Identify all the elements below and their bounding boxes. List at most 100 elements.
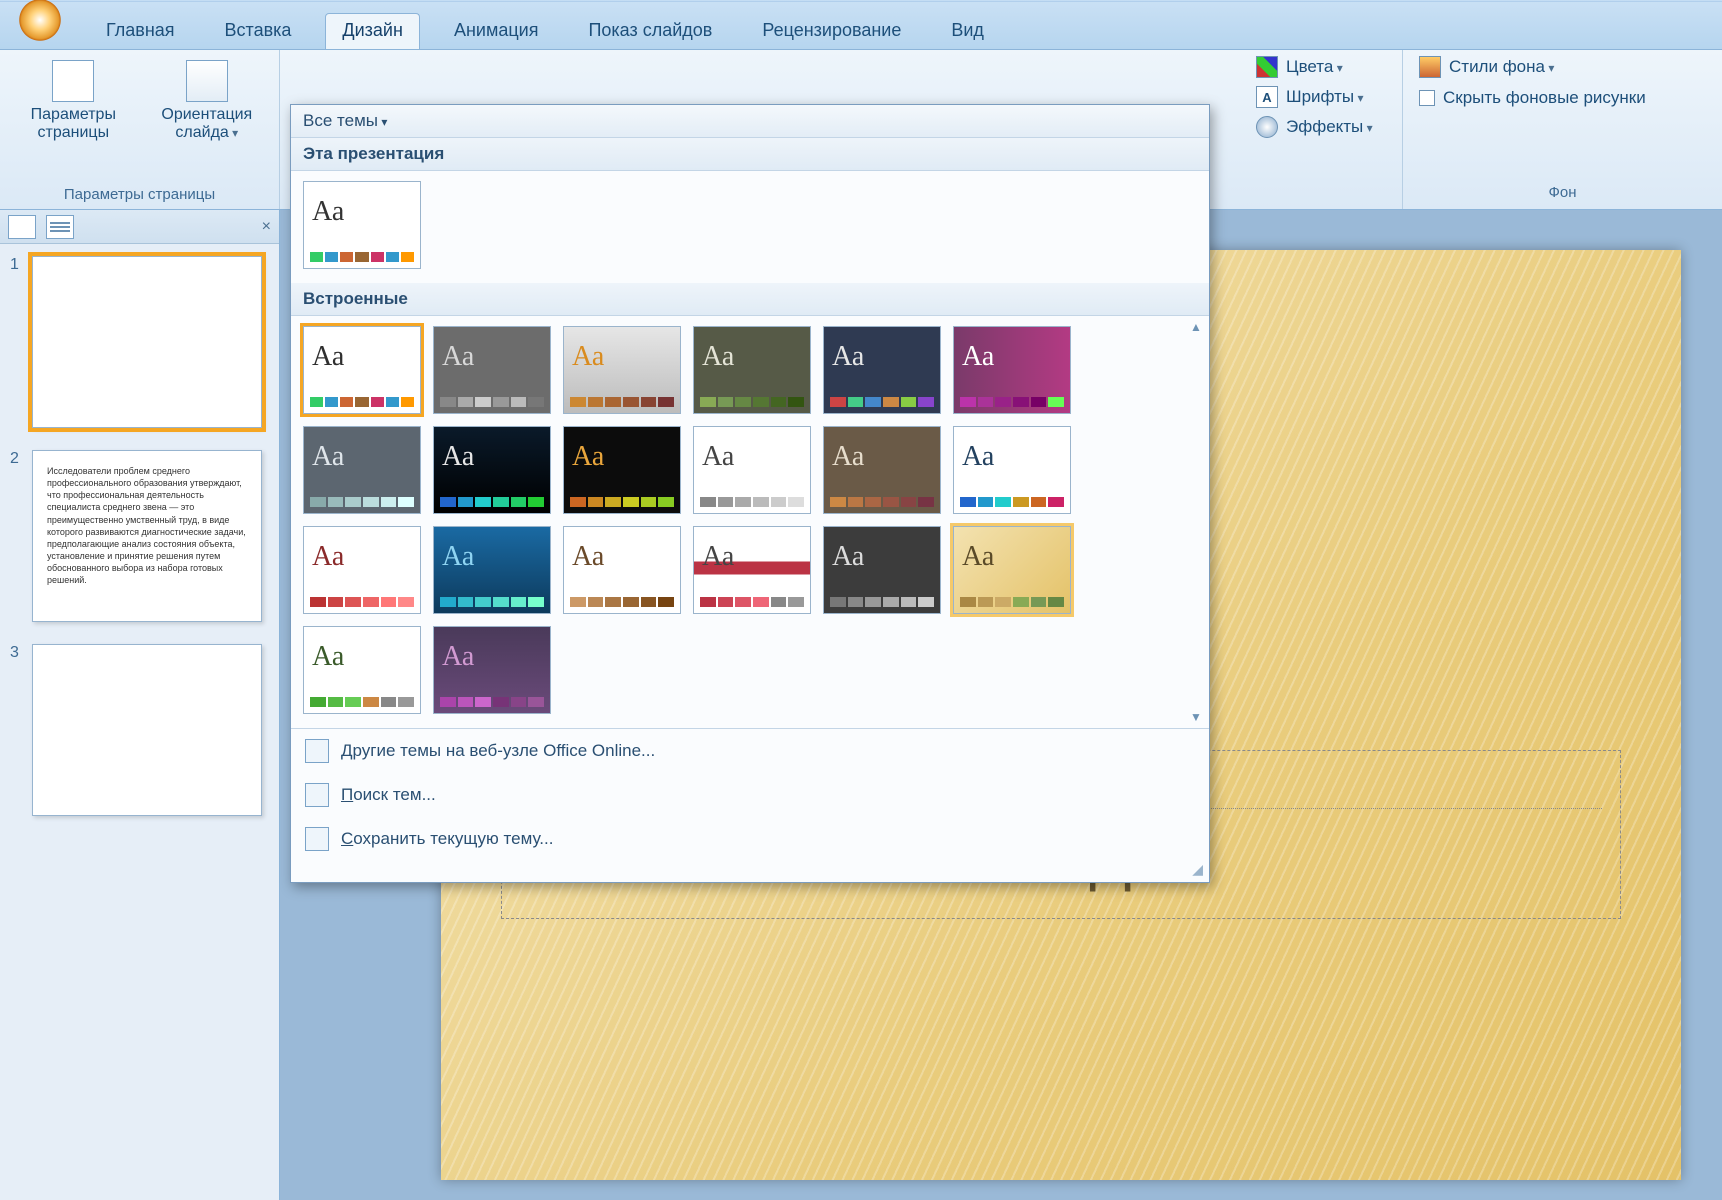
hide-background-checkbox[interactable]: Скрыть фоновые рисунки (1419, 88, 1706, 108)
page-setup-button[interactable]: Параметры страницы (10, 56, 137, 147)
thumb-number: 1 (10, 256, 24, 428)
page-setup-icon (52, 60, 94, 102)
theme-tile-navy[interactable]: Аа (823, 326, 941, 414)
ribbon-tabstrip: Главная Вставка Дизайн Анимация Показ сл… (0, 2, 1722, 50)
theme-tile-blackfire[interactable]: Аа (563, 426, 681, 514)
themes-section-builtin: Встроенные (291, 283, 1209, 316)
theme-sample-text: Аа (442, 541, 474, 573)
tab-animation[interactable]: Анимация (438, 14, 555, 49)
theme-sample-text: Аа (702, 341, 734, 373)
theme-sample-text: Аа (572, 541, 604, 573)
theme-color-strip (440, 397, 544, 407)
theme-color-strip (960, 497, 1064, 507)
theme-tile-slate[interactable]: Аа (303, 426, 421, 514)
themes-dropdown-footer: Другие темы на веб-узле Office Online...… (291, 728, 1209, 861)
theme-sample-text: Аа (442, 441, 474, 473)
theme-tile-gray[interactable]: Аа (433, 326, 551, 414)
colors-label: Цвета (1286, 57, 1343, 77)
theme-color-strip (570, 397, 674, 407)
theme-sample-text: Аа (442, 341, 474, 373)
slide-thumbnail-2[interactable]: Исследователи проблем среднего профессио… (32, 450, 262, 622)
theme-color-strip (830, 597, 934, 607)
colors-icon (1256, 56, 1278, 78)
theme-color-strip (830, 497, 934, 507)
tab-design[interactable]: Дизайн (325, 13, 420, 49)
theme-sample-text: Аа (962, 441, 994, 473)
group-theme-variants: Цвета А Шрифты Эффекты (1242, 50, 1402, 209)
theme-colors-button[interactable]: Цвета (1256, 56, 1388, 78)
theme-tile-office-default[interactable]: Аа (303, 181, 421, 269)
theme-sample-text: Аа (962, 341, 994, 373)
theme-color-strip (310, 597, 414, 607)
theme-tile-paper[interactable]: Аа (693, 426, 811, 514)
theme-tile-redtop[interactable]: Аа (303, 526, 421, 614)
thumb-number: 2 (10, 450, 24, 622)
theme-color-strip (310, 397, 414, 407)
theme-tile-circles[interactable]: Аа (303, 626, 421, 714)
slides-tab[interactable] (8, 215, 36, 239)
theme-tile-magenta[interactable]: Аа (953, 326, 1071, 414)
theme-effects-button[interactable]: Эффекты (1256, 116, 1388, 138)
theme-sample-text: Аа (572, 441, 604, 473)
theme-sample-text: Аа (572, 341, 604, 373)
theme-tile-beige[interactable]: Аа (563, 526, 681, 614)
theme-color-strip (310, 252, 414, 262)
office-button[interactable] (0, 0, 80, 48)
save-current-theme[interactable]: Сохранить текущую тему... (291, 817, 1209, 861)
effects-icon (1256, 116, 1278, 138)
themes-scrollbar[interactable]: ▲▼ (1185, 316, 1207, 728)
themes-list-this-presentation: Аа (291, 171, 1209, 283)
theme-sample-text: Аа (832, 341, 864, 373)
search-themes[interactable]: Поиск тем... (291, 773, 1209, 817)
theme-tile-metal[interactable]: Аа (563, 326, 681, 414)
slide-thumbnails: 1 2 Исследователи проблем среднего профе… (0, 244, 279, 850)
theme-sample-text: Аа (702, 541, 734, 573)
page-setup-label: Параметры страницы (18, 106, 129, 143)
hide-bg-label: Скрыть фоновые рисунки (1443, 88, 1646, 108)
tab-home[interactable]: Главная (90, 14, 191, 49)
dropdown-resize-grip[interactable]: ◢ (291, 861, 1209, 882)
theme-fonts-button[interactable]: А Шрифты (1256, 86, 1388, 108)
slide-orientation-button[interactable]: Ориентация слайда (145, 56, 269, 147)
themes-list-builtin: ▲▼ АаАаАаАаАаАаАаАаАаАаАаАаАаАаАаАаАаАаА… (291, 316, 1209, 728)
theme-sample-text: Аа (832, 541, 864, 573)
theme-tile-blackblue[interactable]: Аа (433, 426, 551, 514)
panel-close-button[interactable]: × (262, 218, 271, 236)
tab-view[interactable]: Вид (935, 14, 1000, 49)
background-styles-button[interactable]: Стили фона (1419, 56, 1706, 78)
themes-dropdown-header[interactable]: Все темы (291, 105, 1209, 138)
theme-sample-text: Аа (962, 541, 994, 573)
save-theme-label: Сохранить текущую тему... (341, 829, 553, 849)
slide-thumbnail-3[interactable] (32, 644, 262, 816)
tab-review[interactable]: Рецензирование (746, 14, 917, 49)
slide-panel: × 1 2 Исследователи проблем среднего про… (0, 210, 280, 1200)
theme-color-strip (310, 697, 414, 707)
theme-tile-redband[interactable]: Аа (693, 526, 811, 614)
theme-sample-text: Аа (312, 441, 344, 473)
thumb-number: 3 (10, 644, 24, 816)
theme-color-strip (700, 597, 804, 607)
theme-sample-text: Аа (312, 541, 344, 573)
theme-color-strip (310, 497, 414, 507)
slide-thumbnail-1[interactable] (32, 256, 262, 428)
theme-color-strip (700, 397, 804, 407)
outline-tab[interactable] (46, 215, 74, 239)
theme-tile-charcoal[interactable]: Аа (823, 526, 941, 614)
group-background: Стили фона Скрыть фоновые рисунки Фон (1402, 50, 1722, 209)
theme-color-strip (960, 397, 1064, 407)
search-icon (305, 783, 329, 807)
theme-tile-sand[interactable]: Аа (953, 526, 1071, 614)
theme-tile-bluestrip[interactable]: Аа (953, 426, 1071, 514)
tab-slideshow[interactable]: Показ слайдов (572, 14, 728, 49)
more-themes-online[interactable]: Другие темы на веб-узле Office Online... (291, 729, 1209, 773)
slide-panel-tabs: × (0, 210, 279, 244)
theme-sample-text: Аа (832, 441, 864, 473)
effects-label: Эффекты (1286, 117, 1373, 137)
theme-tile-olive[interactable]: Аа (693, 326, 811, 414)
theme-tile-violet[interactable]: Аа (433, 626, 551, 714)
theme-tile-brown[interactable]: Аа (823, 426, 941, 514)
theme-tile-aqua[interactable]: Аа (433, 526, 551, 614)
fonts-label: Шрифты (1286, 87, 1364, 107)
theme-tile-office[interactable]: Аа (303, 326, 421, 414)
tab-insert[interactable]: Вставка (209, 14, 308, 49)
